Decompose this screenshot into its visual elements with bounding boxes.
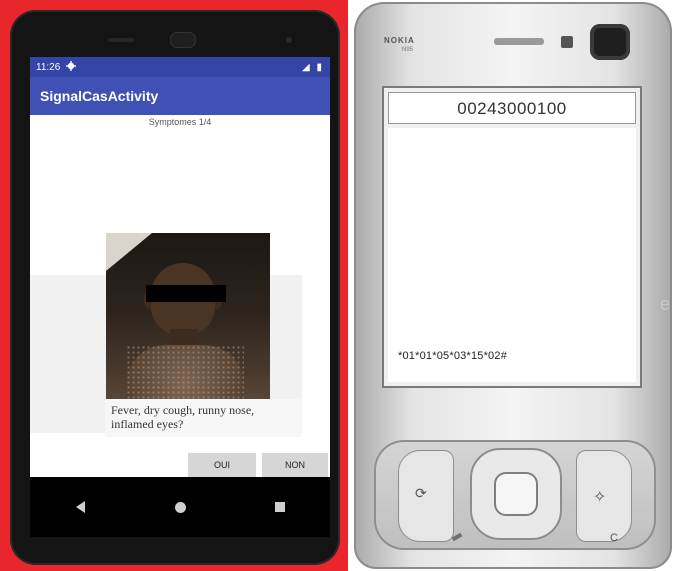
speaker-slot	[494, 38, 544, 45]
sensor-dot	[286, 37, 292, 43]
app-title: SignalCasActivity	[40, 88, 159, 104]
status-time: 11:26	[36, 61, 61, 73]
eye-censor-bar	[146, 285, 226, 302]
nokia-keypad: ⟳ ✧ C	[374, 440, 656, 550]
android-screen: 11:26 ◢ ▮ SignalCasActivity Symptomes 1/…	[30, 57, 330, 537]
left-softkey[interactable]: ⟳	[398, 450, 454, 542]
message-area: *01*01*05*03*15*02#	[388, 128, 636, 382]
front-camera-icon	[590, 24, 630, 60]
no-button[interactable]: NON	[262, 453, 328, 477]
dpad[interactable]	[470, 448, 562, 540]
right-softkey[interactable]: ✧	[576, 450, 632, 542]
recents-button[interactable]	[250, 487, 310, 527]
status-bar: 11:26 ◢ ▮	[30, 57, 330, 77]
signal-battery-icon: ◢ ▮	[302, 61, 324, 73]
nokia-model: N95	[402, 47, 414, 53]
home-button[interactable]	[150, 487, 210, 527]
light-sensor	[561, 36, 573, 48]
edge-text: e	[659, 294, 670, 314]
ussd-code: *01*01*05*03*15*02#	[398, 350, 508, 362]
yes-button[interactable]: OUI	[188, 453, 256, 477]
recents-icon	[275, 502, 285, 512]
app-bar: SignalCasActivity	[30, 77, 330, 115]
home-icon	[174, 501, 186, 513]
back-button[interactable]	[50, 487, 110, 527]
symptom-content: Symptomes 1/4 Fever, dry cough, runny no…	[30, 115, 330, 477]
progress-label: Symptomes 1/4	[148, 117, 212, 127]
multimedia-icon: ✧	[593, 489, 607, 506]
nokia-phone: NOKIA N95 00243000100 *01*01*05*03*15*02…	[354, 2, 672, 569]
settings-gear-icon	[66, 60, 77, 74]
android-frame: 11:26 ◢ ▮ SignalCasActivity Symptomes 1/…	[0, 0, 348, 571]
nokia-logo: NOKIA	[384, 36, 415, 45]
navigation-bar	[30, 477, 330, 537]
speaker-grille	[108, 38, 134, 42]
dpad-select-button[interactable]	[494, 472, 538, 516]
nokia-screen: 00243000100 *01*01*05*03*15*02#	[382, 86, 642, 388]
dialed-number-field[interactable]: 00243000100	[388, 92, 636, 124]
menu-icon: ⟳	[415, 485, 427, 501]
earpiece	[170, 32, 196, 48]
clear-key-label[interactable]: C	[610, 532, 618, 544]
photo-corner	[106, 233, 152, 271]
back-icon	[75, 501, 85, 513]
question-text: Fever, dry cough, runny nose, inflamed e…	[105, 399, 301, 437]
